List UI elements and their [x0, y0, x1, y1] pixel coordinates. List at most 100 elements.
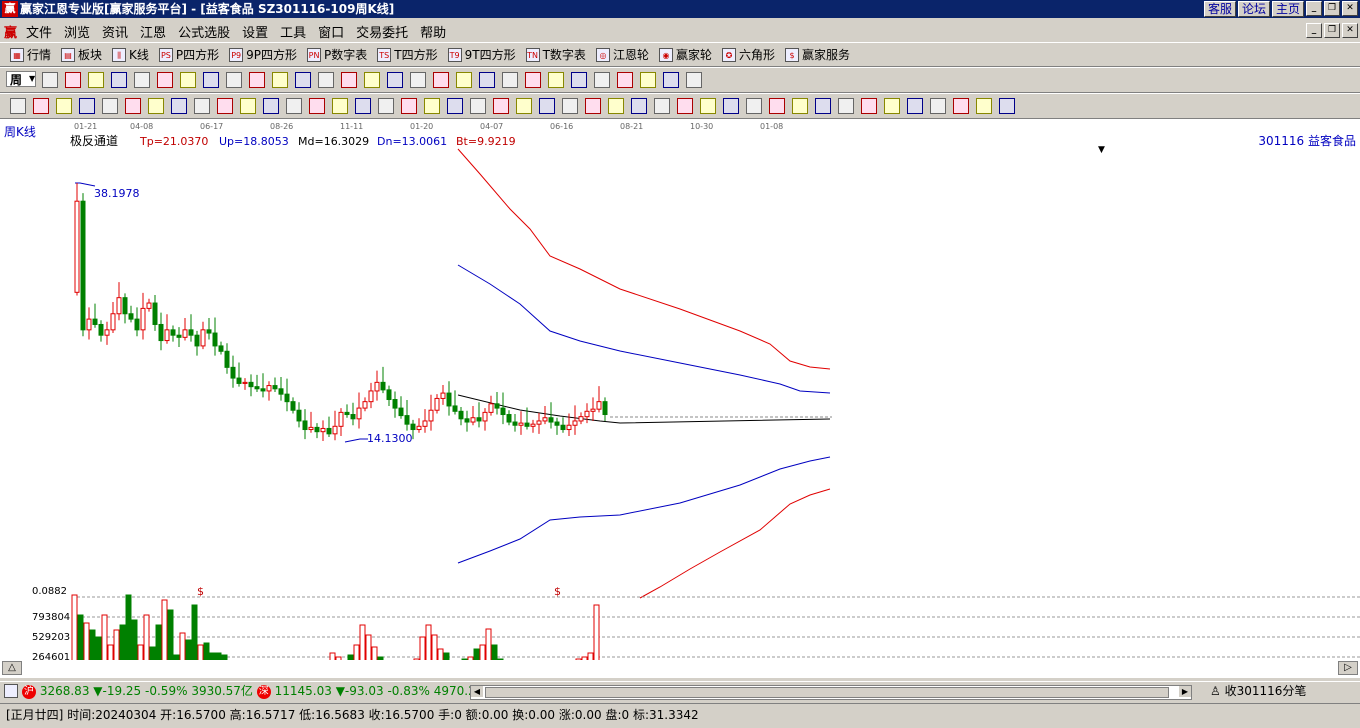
- chart-tool-16-icon[interactable]: [387, 72, 403, 88]
- chart-tool-11-icon[interactable]: [272, 72, 288, 88]
- candle[interactable]: [230, 355, 236, 388]
- candle[interactable]: [434, 394, 440, 414]
- candle[interactable]: [182, 318, 188, 341]
- draw-tool-3-icon[interactable]: [56, 98, 72, 114]
- tick-detail-label[interactable]: 收301116分笔: [1225, 684, 1307, 698]
- draw-tool-9-icon[interactable]: [194, 98, 210, 114]
- chart-tool-21-icon[interactable]: [502, 72, 518, 88]
- candle[interactable]: [578, 412, 584, 425]
- menu-gann[interactable]: 江恩: [140, 22, 166, 41]
- candle[interactable]: [128, 305, 134, 323]
- candle[interactable]: [458, 407, 464, 426]
- draw-tool-22-icon[interactable]: [493, 98, 509, 114]
- menu-window[interactable]: 窗口: [318, 22, 344, 41]
- chart-tool-19-icon[interactable]: [456, 72, 472, 88]
- candle[interactable]: [314, 423, 320, 439]
- draw-tool-21-icon[interactable]: [470, 98, 486, 114]
- candle[interactable]: [170, 325, 176, 342]
- candle[interactable]: [122, 293, 128, 324]
- candle[interactable]: [554, 417, 560, 435]
- draw-tool-24-icon[interactable]: [539, 98, 555, 114]
- candle[interactable]: [506, 410, 512, 426]
- draw-tool-39-icon[interactable]: [884, 98, 900, 114]
- candle[interactable]: [98, 320, 104, 342]
- chart-tool-15-icon[interactable]: [364, 72, 380, 88]
- candle[interactable]: [374, 370, 380, 401]
- draw-tool-38-icon[interactable]: [861, 98, 877, 114]
- candle[interactable]: [332, 410, 338, 441]
- draw-tool-14-icon[interactable]: [309, 98, 325, 114]
- draw-tool-43-icon[interactable]: [976, 98, 992, 114]
- menu-help[interactable]: 帮助: [420, 22, 446, 41]
- service-link[interactable]: 客服: [1203, 1, 1236, 17]
- draw-tool-23-icon[interactable]: [516, 98, 532, 114]
- candle[interactable]: [296, 402, 302, 428]
- chart-tool-7-icon[interactable]: [180, 72, 196, 88]
- menu-settings[interactable]: 设置: [242, 22, 268, 41]
- candle[interactable]: [80, 193, 86, 337]
- draw-tool-25-icon[interactable]: [562, 98, 578, 114]
- candle[interactable]: [224, 343, 230, 374]
- draw-tool-33-icon[interactable]: [746, 98, 762, 114]
- candle[interactable]: [440, 385, 446, 405]
- chart-tool-4-icon[interactable]: [111, 72, 127, 88]
- draw-tool-6-icon[interactable]: [125, 98, 141, 114]
- chart-tool-28-icon[interactable]: [663, 72, 679, 88]
- draw-tool-18-icon[interactable]: [401, 98, 417, 114]
- candle[interactable]: [92, 303, 98, 328]
- forum-link[interactable]: 论坛: [1237, 1, 1270, 17]
- candle[interactable]: [158, 312, 164, 351]
- candle[interactable]: [134, 307, 140, 337]
- draw-tool-15-icon[interactable]: [332, 98, 348, 114]
- chart-tool-9-icon[interactable]: [226, 72, 242, 88]
- candle[interactable]: [530, 419, 536, 433]
- candle[interactable]: [200, 321, 206, 350]
- candle[interactable]: [494, 392, 500, 415]
- draw-tool-19-icon[interactable]: [424, 98, 440, 114]
- candle[interactable]: [212, 317, 218, 356]
- candle[interactable]: [392, 391, 398, 418]
- candle[interactable]: [368, 382, 374, 409]
- restore-icon[interactable]: ❐: [1324, 1, 1340, 16]
- candle[interactable]: [206, 318, 212, 340]
- draw-tool-31-icon[interactable]: [700, 98, 716, 114]
- candle[interactable]: [194, 330, 200, 356]
- chart-tool-25-icon[interactable]: [594, 72, 610, 88]
- candle[interactable]: [416, 418, 422, 433]
- candle[interactable]: [470, 405, 476, 426]
- draw-tool-40-icon[interactable]: [907, 98, 923, 114]
- kline-chart-panel[interactable]: 01-21 04-08 06-17 08-26 11-11 01-20 04-07 06-16…: [0, 119, 1360, 678]
- draw-tool-37-icon[interactable]: [838, 98, 854, 114]
- candle[interactable]: [386, 385, 392, 406]
- candle[interactable]: [398, 396, 404, 419]
- chart-tool-29-icon[interactable]: [686, 72, 702, 88]
- candle[interactable]: [218, 341, 224, 355]
- toolbar-pn-button[interactable]: PN P数字表: [307, 46, 367, 63]
- candle[interactable]: [254, 374, 260, 393]
- draw-tool-7-icon[interactable]: [148, 98, 164, 114]
- draw-tool-27-icon[interactable]: [608, 98, 624, 114]
- scroll-right-icon[interactable]: ▶: [1179, 686, 1191, 697]
- chart-tool-24-icon[interactable]: [571, 72, 587, 88]
- candle[interactable]: [500, 392, 506, 425]
- candle[interactable]: [380, 366, 386, 394]
- menu-file[interactable]: 文件: [26, 22, 52, 41]
- close-icon[interactable]: ✕: [1342, 1, 1358, 16]
- chart-tool-14-icon[interactable]: [341, 72, 357, 88]
- toolbar-p9-button[interactable]: P9 9P四方形: [229, 46, 297, 63]
- toolbar-tn-button[interactable]: TN T数字表: [525, 46, 586, 63]
- candle[interactable]: [266, 381, 272, 401]
- draw-tool-32-icon[interactable]: [723, 98, 739, 114]
- candle[interactable]: [602, 397, 608, 421]
- toolbar-candle-button[interactable]: ⫼ K线: [112, 46, 149, 63]
- candle[interactable]: [488, 395, 494, 416]
- candle[interactable]: [188, 314, 194, 342]
- status-scrollbar[interactable]: ◀ ▶: [470, 685, 1192, 700]
- candle[interactable]: [260, 373, 266, 398]
- draw-tool-41-icon[interactable]: [930, 98, 946, 114]
- draw-tool-2-icon[interactable]: [33, 98, 49, 114]
- candle[interactable]: [452, 390, 458, 415]
- candle[interactable]: [338, 408, 344, 436]
- toolbar-winner-wheel-button[interactable]: ◉ 赢家轮: [658, 46, 712, 63]
- toolbar-grid-button[interactable]: ▤ 板块: [61, 46, 102, 63]
